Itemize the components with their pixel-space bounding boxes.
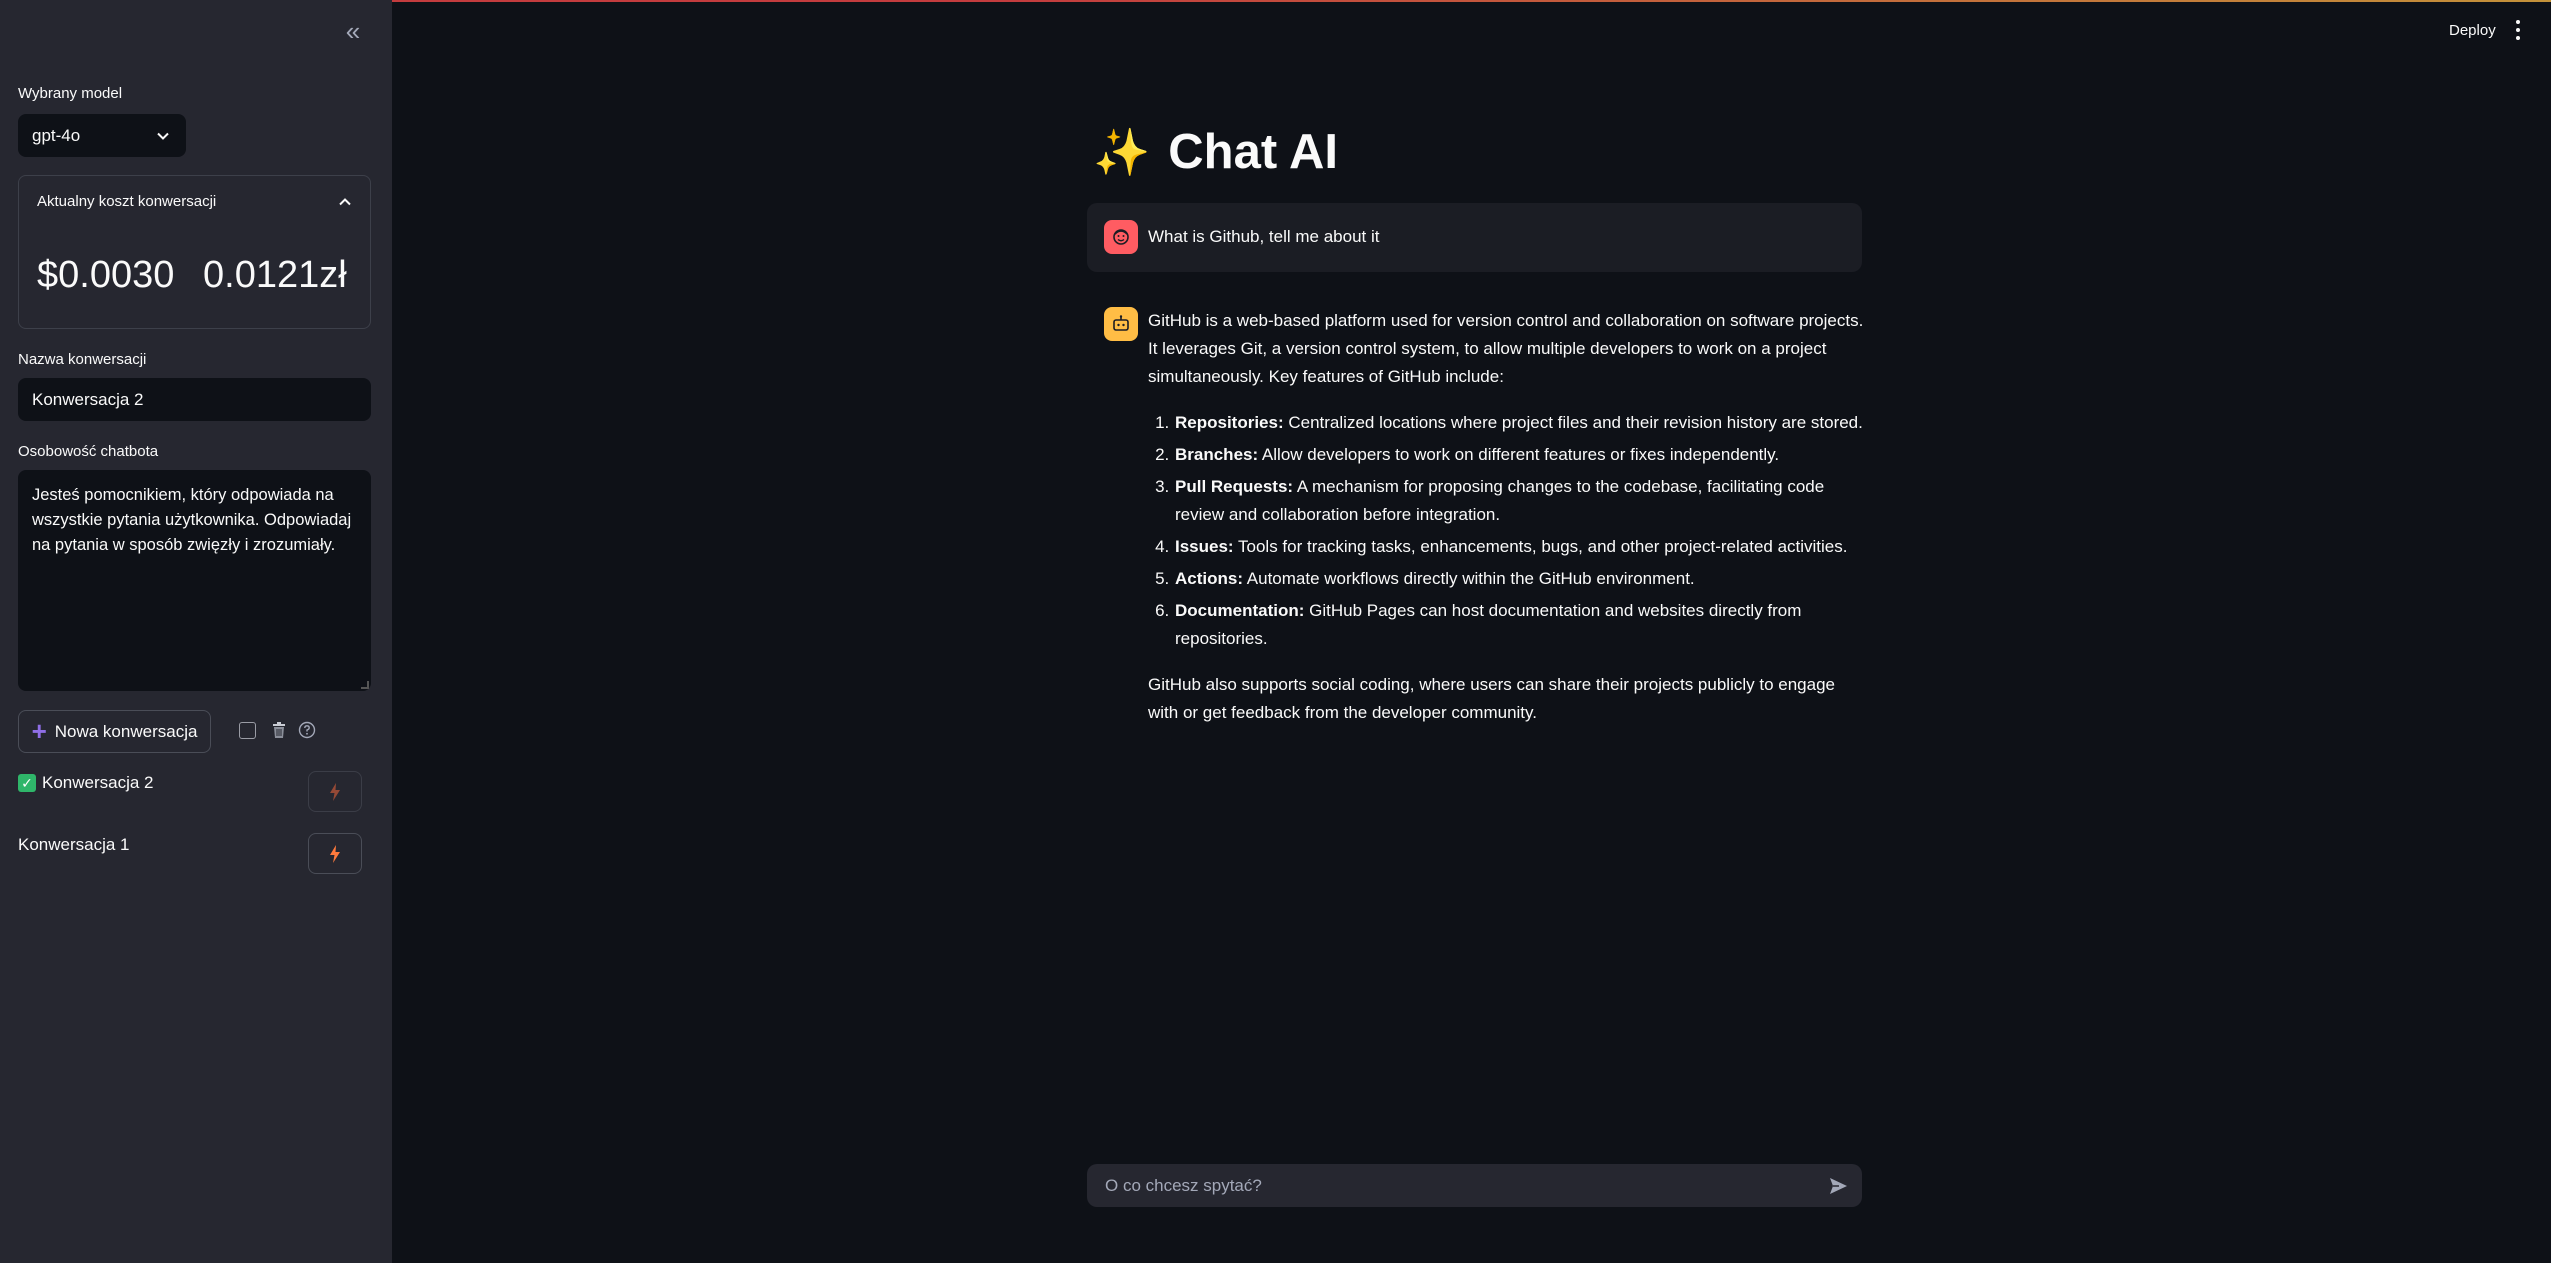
page-title: ✨ Chat AI (1093, 124, 1338, 180)
assistant-intro: GitHub is a web-based platform used for … (1148, 311, 1864, 386)
chat-input[interactable]: O co chcesz spytać? (1087, 1164, 1862, 1207)
bolt-icon (330, 844, 340, 863)
model-select-value: gpt-4o (32, 125, 81, 145)
feature-item: Actions: Automate workflows directly wit… (1174, 565, 1864, 593)
check-icon: ✓ (18, 774, 36, 792)
conv-name-input[interactable]: Konwersacja 2 (18, 378, 371, 421)
new-conversation-button[interactable]: + Nowa konwersacja (18, 710, 211, 753)
chevron-up-icon (339, 197, 351, 205)
new-conversation-label: Nowa konwersacja (54, 721, 198, 741)
feature-item: Branches: Allow developers to work on di… (1174, 441, 1864, 469)
model-label: Wybrany model (18, 85, 123, 102)
trash-icon[interactable] (270, 721, 288, 739)
conversation-item-active[interactable]: ✓ Konwersacja 2 (18, 773, 154, 793)
cost-pln-metric: 0.0121zł (203, 254, 347, 296)
conversation-item-label: Konwersacja 1 (18, 835, 130, 854)
feature-item: Repositories: Centralized locations wher… (1174, 409, 1864, 437)
conversation-item[interactable]: Konwersacja 1 (18, 835, 130, 855)
collapse-sidebar-icon[interactable]: « (340, 16, 366, 46)
plus-icon: + (31, 715, 47, 746)
feature-item: Pull Requests: A mechanism for proposing… (1174, 473, 1864, 529)
user-message: What is Github, tell me about it (1087, 203, 1862, 272)
personality-textarea[interactable]: Jesteś pomocnikiem, który odpowiada na w… (18, 470, 371, 691)
sparkles-icon: ✨ (1093, 125, 1151, 178)
personality-text: Jesteś pomocnikiem, który odpowiada na w… (32, 486, 356, 554)
main-menu-icon[interactable] (2512, 20, 2524, 40)
send-icon[interactable] (1828, 1176, 1848, 1196)
feature-item: Documentation: GitHub Pages can host doc… (1174, 597, 1864, 653)
page-title-text: Chat AI (1168, 125, 1338, 179)
cost-usd-metric: $0.0030 (37, 254, 175, 296)
feature-item: Issues: Tools for tracking tasks, enhanc… (1174, 533, 1864, 561)
user-avatar-icon (1104, 220, 1138, 254)
switch-conversation-button[interactable] (308, 833, 362, 874)
chat-input-placeholder: O co chcesz spytać? (1105, 1175, 1262, 1195)
conversation-item-label: Konwersacja 2 (42, 773, 154, 792)
switch-conversation-button-disabled[interactable] (308, 771, 362, 812)
assistant-outro: GitHub also supports social coding, wher… (1148, 675, 1835, 722)
assistant-avatar-icon (1104, 307, 1138, 341)
cost-expander-header[interactable]: Aktualny koszt konwersacji (37, 193, 352, 210)
deploy-button[interactable]: Deploy (2449, 22, 2496, 39)
cost-expander-title: Aktualny koszt konwersacji (37, 193, 217, 210)
feature-list: Repositories: Centralized locations wher… (1174, 409, 1864, 653)
user-message-text: What is Github, tell me about it (1148, 227, 1380, 246)
sidebar: « Wybrany model gpt-4o Aktualny koszt ko… (0, 0, 392, 1263)
resize-handle[interactable] (361, 681, 369, 689)
cost-expander: Aktualny koszt konwersacji $0.0030 0.012… (18, 175, 371, 329)
bolt-icon (330, 782, 340, 801)
assistant-message: GitHub is a web-based platform used for … (1148, 307, 1864, 745)
delete-confirm-checkbox[interactable] (239, 722, 256, 739)
model-select[interactable]: gpt-4o (18, 114, 186, 157)
chevron-down-icon (157, 132, 169, 140)
help-icon[interactable] (298, 721, 316, 739)
personality-label: Osobowość chatbota (18, 443, 159, 460)
conv-name-label: Nazwa konwersacji (18, 351, 147, 368)
